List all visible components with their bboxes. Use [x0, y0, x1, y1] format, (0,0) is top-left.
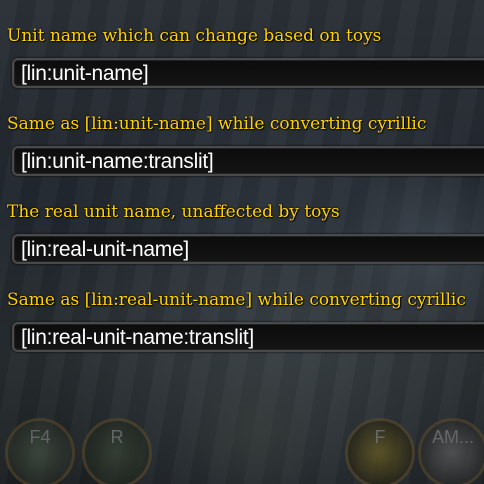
field-description: Same as [lin:real-unit-name] while conve… — [7, 290, 466, 310]
game-scene: F4 R F AM... Unit name which can change … — [0, 0, 484, 484]
text-field[interactable]: [lin:real-unit-name] — [12, 234, 484, 264]
field-value: [lin:unit-name] — [21, 62, 149, 85]
field-value: [lin:real-unit-name] — [21, 238, 189, 261]
ability-key-label: R — [110, 427, 124, 447]
field-description: Same as [lin:unit-name] while converting… — [7, 114, 427, 134]
field-description: Unit name which can change based on toys — [7, 26, 382, 46]
field-value: [lin:unit-name:translit] — [21, 150, 214, 173]
text-field[interactable]: [lin:unit-name] — [12, 58, 484, 88]
field-value: [lin:real-unit-name:translit] — [21, 326, 254, 349]
ability-key-label: AM... — [431, 427, 474, 447]
ability-button-f4[interactable]: F4 — [5, 418, 75, 484]
field-description: The real unit name, unaffected by toys — [7, 202, 340, 222]
ability-key-label: F — [374, 427, 386, 447]
ability-button-f[interactable]: F — [345, 418, 415, 484]
text-field[interactable]: [lin:real-unit-name:translit] — [12, 322, 484, 352]
ability-key-label: F4 — [29, 427, 51, 447]
text-field[interactable]: [lin:unit-name:translit] — [12, 146, 484, 176]
ability-button-r[interactable]: R — [82, 418, 152, 484]
ability-button-am[interactable]: AM... — [418, 418, 484, 484]
